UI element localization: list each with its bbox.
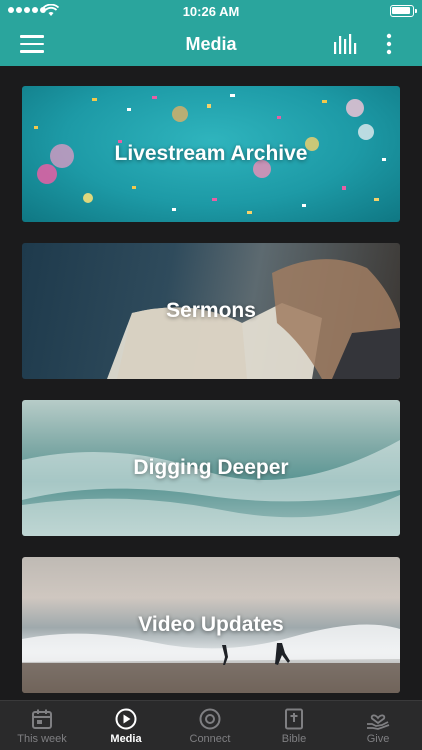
tab-media[interactable]: Media [84, 701, 168, 750]
tab-label: This week [17, 733, 67, 745]
tab-connect[interactable]: Connect [168, 701, 252, 750]
tab-this-week[interactable]: This week [0, 701, 84, 750]
media-list: Livestream Archive Sermons Digging Deepe… [0, 66, 422, 700]
media-card-sermons[interactable]: Sermons [22, 243, 400, 379]
battery-icon [390, 5, 417, 17]
give-heart-icon [367, 714, 390, 730]
tab-bible[interactable]: Bible [252, 701, 336, 750]
bible-icon [285, 708, 303, 730]
connect-circle-icon [199, 708, 221, 730]
vertical-dots-icon[interactable] [382, 32, 396, 56]
tab-give[interactable]: Give [336, 701, 420, 750]
media-card-label: Livestream Archive [114, 142, 308, 165]
tab-label: Bible [281, 733, 307, 745]
status-time: 10:26 AM [182, 4, 240, 19]
media-card-digging-deeper[interactable]: Digging Deeper [22, 400, 400, 536]
status-bar: 10:26 AM [0, 0, 422, 22]
media-card-livestream-archive[interactable]: Livestream Archive [22, 86, 400, 222]
bars-icon[interactable] [333, 33, 357, 55]
media-card-label: Digging Deeper [133, 456, 289, 479]
bottom-tab-bar: This week Media Connect Bible Give [0, 700, 422, 750]
media-card-label: Sermons [166, 299, 256, 322]
page-title: Media [185, 34, 237, 54]
media-card-video-updates[interactable]: Video Updates [22, 557, 400, 693]
tab-label: Connect [189, 733, 231, 745]
play-circle-icon [115, 708, 137, 730]
tab-label: Give [366, 733, 390, 745]
app-header: Media [0, 22, 422, 66]
tab-label: Media [110, 733, 142, 745]
media-card-label: Video Updates [138, 613, 284, 636]
calendar-icon [32, 709, 52, 729]
